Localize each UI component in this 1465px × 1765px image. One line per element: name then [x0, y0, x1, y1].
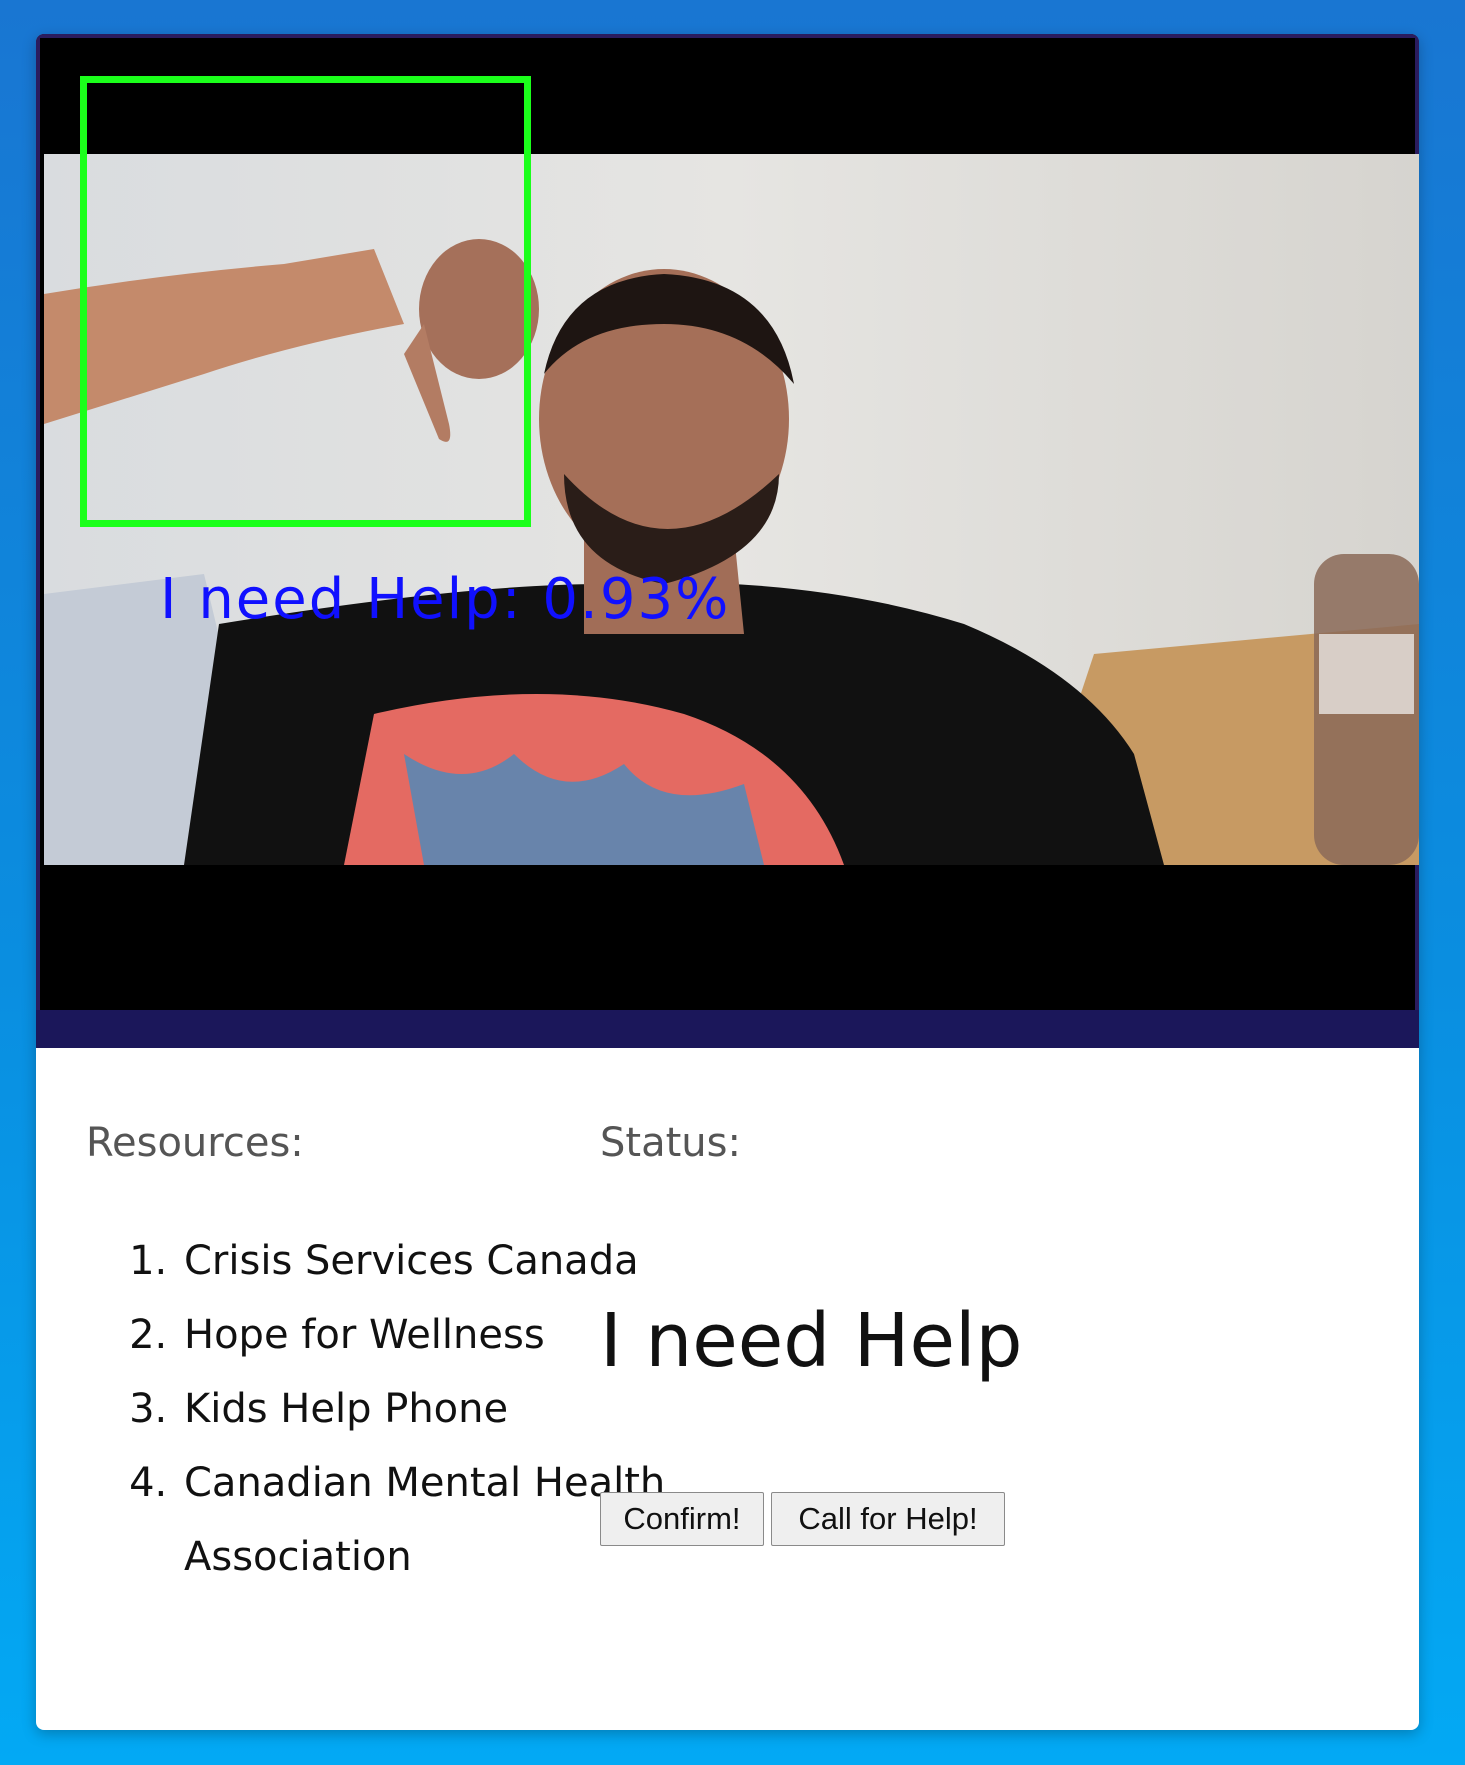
resource-item: Hope for Wellness — [180, 1298, 670, 1372]
confirm-button[interactable]: Confirm! — [600, 1492, 764, 1546]
gesture-detection-box — [80, 76, 531, 527]
resource-item: Canadian Mental Health Association — [180, 1446, 670, 1594]
video-bottom-bar — [36, 1010, 1419, 1048]
resources-heading: Resources: — [86, 1120, 304, 1166]
resource-item: Crisis Services Canada — [180, 1224, 670, 1298]
info-panel: Resources: Crisis Services Canada Hope f… — [36, 1048, 1419, 1730]
video-feed-frame: I need Help: 0.93% — [36, 34, 1419, 1014]
main-card: I need Help: 0.93% Resources: Crisis Ser… — [36, 34, 1419, 1730]
resources-list: Crisis Services Canada Hope for Wellness… — [130, 1224, 670, 1594]
resource-item: Kids Help Phone — [180, 1372, 670, 1446]
call-for-help-button[interactable]: Call for Help! — [771, 1492, 1005, 1546]
detection-label: I need Help: 0.93% — [160, 567, 731, 632]
status-heading: Status: — [600, 1120, 741, 1166]
status-value: I need Help — [600, 1298, 1023, 1384]
